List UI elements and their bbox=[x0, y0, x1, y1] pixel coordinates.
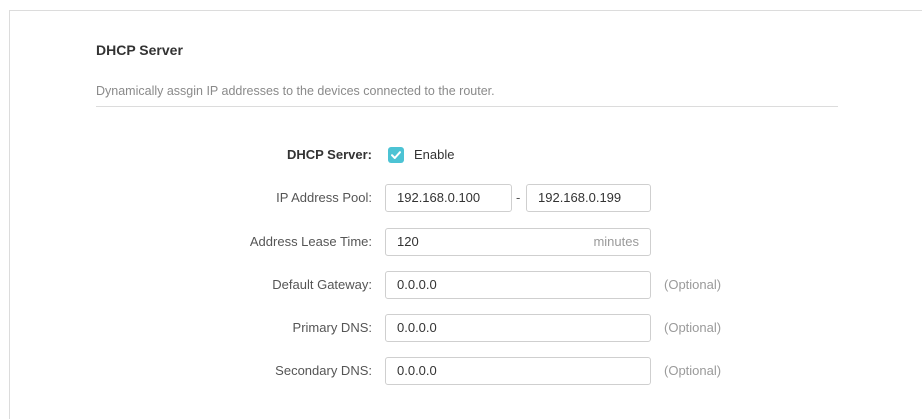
secondary-dns-hint: (Optional) bbox=[664, 363, 722, 378]
section-title: DHCP Server bbox=[96, 42, 183, 58]
section-divider bbox=[96, 106, 838, 107]
secondary-dns-label: Secondary DNS: bbox=[275, 363, 372, 378]
ip-pool-end-input[interactable]: 192.168.0.199 bbox=[526, 184, 651, 212]
primary-dns-value: 0.0.0.0 bbox=[397, 320, 437, 335]
ip-pool-start-value: 192.168.0.100 bbox=[397, 190, 481, 205]
default-gateway-value: 0.0.0.0 bbox=[397, 277, 437, 292]
secondary-dns-value: 0.0.0.0 bbox=[397, 363, 437, 378]
default-gateway-row: Default Gateway: 0.0.0.0 (Optional) bbox=[0, 271, 922, 299]
ip-pool-separator: - bbox=[516, 190, 521, 205]
lease-time-value: 120 bbox=[397, 234, 419, 249]
secondary-dns-row: Secondary DNS: 0.0.0.0 (Optional) bbox=[0, 357, 922, 385]
dhcp-enable-label[interactable]: Enable bbox=[414, 141, 454, 169]
ip-pool-start-input[interactable]: 192.168.0.100 bbox=[385, 184, 512, 212]
checkmark-icon bbox=[391, 151, 401, 159]
lease-time-input[interactable]: 120 minutes bbox=[385, 228, 651, 256]
default-gateway-input[interactable]: 0.0.0.0 bbox=[385, 271, 651, 299]
lease-time-unit: minutes bbox=[593, 234, 639, 249]
default-gateway-hint: (Optional) bbox=[664, 277, 722, 292]
dhcp-server-row: DHCP Server: Enable bbox=[0, 141, 922, 169]
secondary-dns-input[interactable]: 0.0.0.0 bbox=[385, 357, 651, 385]
primary-dns-label: Primary DNS: bbox=[292, 320, 372, 335]
primary-dns-hint: (Optional) bbox=[664, 320, 722, 335]
section-description: Dynamically assgin IP addresses to the d… bbox=[96, 84, 495, 98]
ip-pool-label: IP Address Pool: bbox=[276, 190, 372, 205]
primary-dns-row: Primary DNS: 0.0.0.0 (Optional) bbox=[0, 314, 922, 342]
default-gateway-label: Default Gateway: bbox=[272, 277, 372, 292]
ip-pool-end-value: 192.168.0.199 bbox=[538, 190, 622, 205]
dhcp-enable-checkbox[interactable] bbox=[388, 147, 404, 163]
dhcp-server-label: DHCP Server: bbox=[286, 147, 372, 162]
primary-dns-input[interactable]: 0.0.0.0 bbox=[385, 314, 651, 342]
lease-time-label: Address Lease Time: bbox=[249, 234, 372, 249]
ip-pool-row: IP Address Pool: 192.168.0.100 - 192.168… bbox=[0, 184, 922, 212]
lease-time-row: Address Lease Time: 120 minutes bbox=[0, 228, 922, 256]
